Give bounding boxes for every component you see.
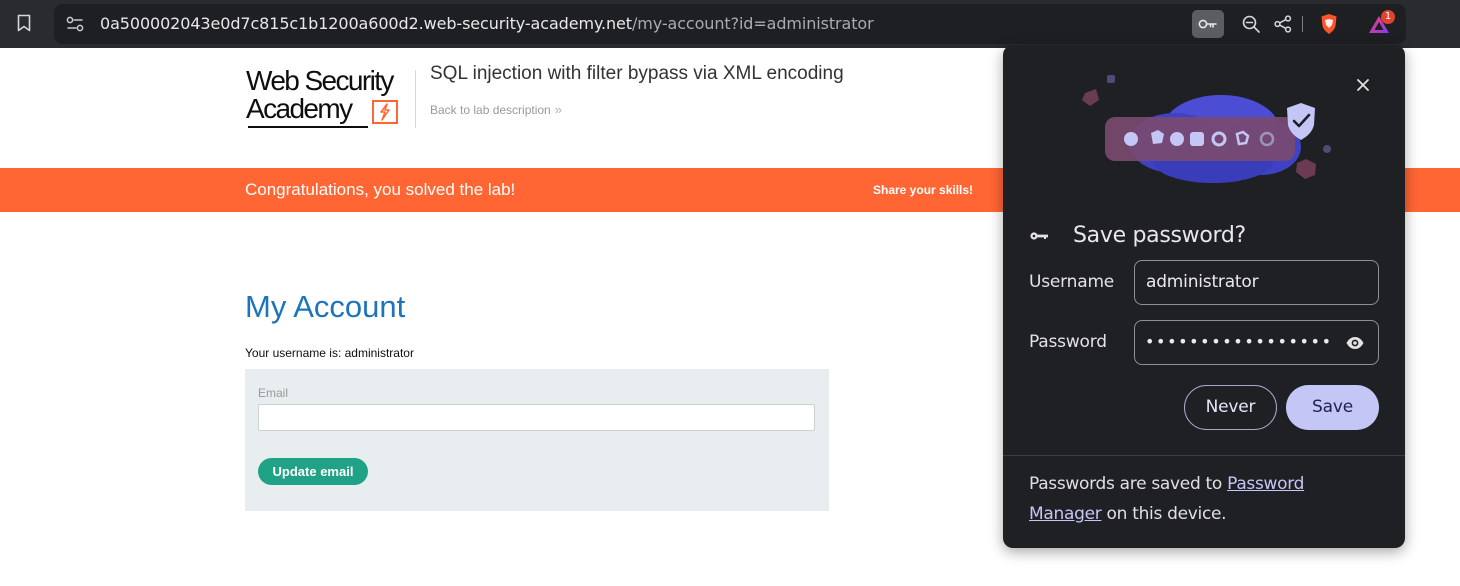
chevron-right-icon: »: [554, 102, 562, 117]
username-field[interactable]: administrator: [1134, 260, 1379, 305]
back-link-label: Back to lab description: [430, 103, 551, 117]
lab-title: SQL injection with filter bypass via XML…: [430, 63, 844, 84]
update-email-form: Email Update email: [245, 369, 829, 511]
page-title: My Account: [245, 289, 406, 324]
share-icon[interactable]: [1268, 10, 1298, 38]
save-password-dialog: Save password? Username administrator Pa…: [1003, 45, 1405, 548]
brave-shields-icon[interactable]: [1314, 10, 1344, 38]
bookmark-icon[interactable]: [14, 12, 34, 34]
back-to-lab-link[interactable]: Back to lab description»: [430, 102, 562, 118]
banner-message: Congratulations, you solved the lab!: [245, 180, 516, 199]
url-text[interactable]: 0a500002043e0d7c815c1b1200a600d2.web-sec…: [100, 14, 874, 34]
header-divider: [415, 70, 416, 128]
address-bar[interactable]: 0a500002043e0d7c815c1b1200a600d2.web-sec…: [54, 4, 1406, 44]
update-email-button[interactable]: Update email: [258, 458, 368, 485]
email-label: Email: [258, 386, 289, 400]
key-icon: [1030, 232, 1048, 240]
footer-prefix: Passwords are saved to: [1029, 474, 1228, 494]
password-value: •••••••••••••••••: [1145, 332, 1333, 351]
logo-line2: Academy: [246, 93, 353, 124]
browser-toolbar: 0a500002043e0d7c815c1b1200a600d2.web-sec…: [0, 0, 1460, 48]
key-icon[interactable]: [1192, 10, 1224, 38]
share-skills-label: Share your skills!: [873, 183, 974, 197]
save-button[interactable]: Save: [1286, 385, 1379, 430]
password-field[interactable]: •••••••••••••••••: [1134, 320, 1379, 365]
web-security-academy-logo[interactable]: Web Security Academy: [246, 63, 416, 131]
password-illustration: [1082, 75, 1331, 183]
username-label: Username: [1029, 272, 1115, 292]
site-settings-icon[interactable]: [64, 14, 86, 34]
zoom-out-icon[interactable]: [1236, 10, 1266, 38]
email-field[interactable]: [258, 404, 815, 431]
eye-icon[interactable]: [1345, 334, 1365, 352]
footer-suffix: on this device.: [1101, 504, 1227, 524]
rewards-badge: 1: [1381, 10, 1395, 24]
url-path: /my-account?id=administrator: [631, 14, 874, 33]
toolbar-separator: [1302, 16, 1303, 32]
url-host: 0a500002043e0d7c815c1b1200a600d2.web-sec…: [100, 14, 632, 33]
close-icon[interactable]: [1351, 73, 1375, 97]
dialog-footer: Passwords are saved to Password Manager …: [1029, 469, 1379, 529]
username-value: administrator: [1146, 272, 1259, 292]
lightning-icon: [372, 100, 398, 124]
password-label: Password: [1029, 332, 1107, 352]
username-text: Your username is: administrator: [245, 346, 414, 360]
dialog-title: Save password?: [1073, 223, 1246, 248]
brave-rewards-icon[interactable]: 1: [1364, 10, 1395, 38]
never-button[interactable]: Never: [1184, 385, 1277, 430]
dialog-divider: [1003, 455, 1405, 456]
logo-underline: [248, 126, 368, 128]
